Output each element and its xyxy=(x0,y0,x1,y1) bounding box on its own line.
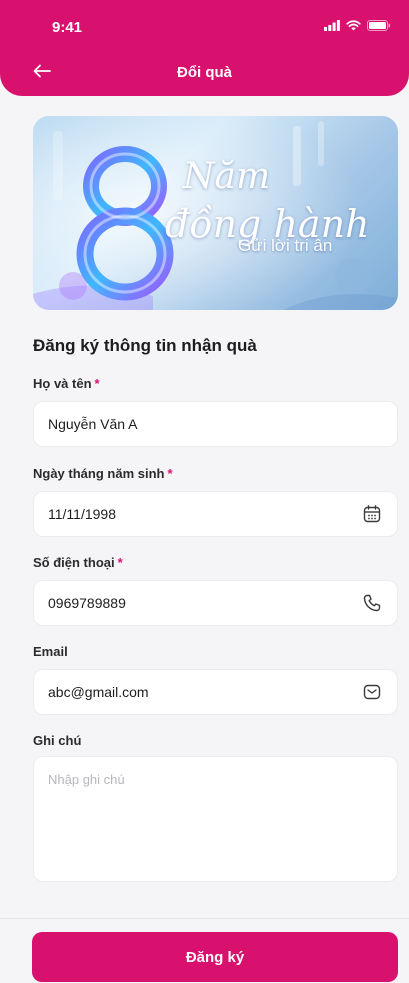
required-mark: * xyxy=(117,555,123,570)
phone-icon[interactable] xyxy=(361,592,383,614)
dob-value: 11/11/1998 xyxy=(48,506,116,522)
register-button[interactable]: Đăng ký xyxy=(32,932,398,982)
phone-field[interactable]: 0969789889 xyxy=(33,580,398,626)
redeem-gift-screen: 9:41 Đổi quà Năm đồng hành Gửi lời tri â… xyxy=(0,0,409,983)
mail-icon[interactable] xyxy=(361,681,383,703)
note-label: Ghi chú xyxy=(33,733,81,748)
form-title: Đăng ký thông tin nhận quà xyxy=(33,336,257,355)
required-mark: * xyxy=(94,376,100,391)
phone-value: 0969789889 xyxy=(48,595,126,611)
note-textarea[interactable]: Nhập ghi chú xyxy=(33,756,398,882)
phone-label-text: Số điện thoại xyxy=(33,555,115,570)
wifi-icon xyxy=(346,20,361,31)
note-label-text: Ghi chú xyxy=(33,733,82,748)
app-header: 9:41 Đổi quà xyxy=(0,0,409,96)
name-field[interactable]: Nguyễn Văn A xyxy=(33,401,398,447)
register-button-label: Đăng ký xyxy=(185,948,245,966)
status-icons xyxy=(324,20,391,31)
email-label: Email xyxy=(33,644,68,659)
email-label-text: Email xyxy=(33,644,68,659)
note-placeholder: Nhập ghi chú xyxy=(48,772,125,787)
status-time: 9:41 xyxy=(52,19,83,36)
dob-label-text: Ngày tháng năm sinh xyxy=(33,466,165,481)
name-label-text: Họ và tên xyxy=(33,376,92,391)
battery-icon xyxy=(367,20,391,31)
banner-text-gui-loi-tri-an: Gửi lời tri ân xyxy=(238,236,333,255)
footer-divider xyxy=(0,918,409,919)
name-label: Họ và tên * xyxy=(33,376,100,391)
calendar-icon[interactable] xyxy=(361,503,383,525)
email-value: abc@gmail.com xyxy=(48,684,149,700)
signal-icon xyxy=(324,20,340,31)
required-mark: * xyxy=(167,466,173,481)
banner-text-nam: Năm xyxy=(183,156,271,197)
dob-field[interactable]: 11/11/1998 xyxy=(33,491,398,537)
name-value: Nguyễn Văn A xyxy=(48,416,138,432)
dob-label: Ngày tháng năm sinh * xyxy=(33,466,173,481)
page-title: Đổi quà xyxy=(177,64,232,81)
promo-banner: Năm đồng hành Gửi lời tri ân xyxy=(33,116,398,310)
phone-label: Số điện thoại * xyxy=(33,555,123,570)
email-field[interactable]: abc@gmail.com xyxy=(33,669,398,715)
